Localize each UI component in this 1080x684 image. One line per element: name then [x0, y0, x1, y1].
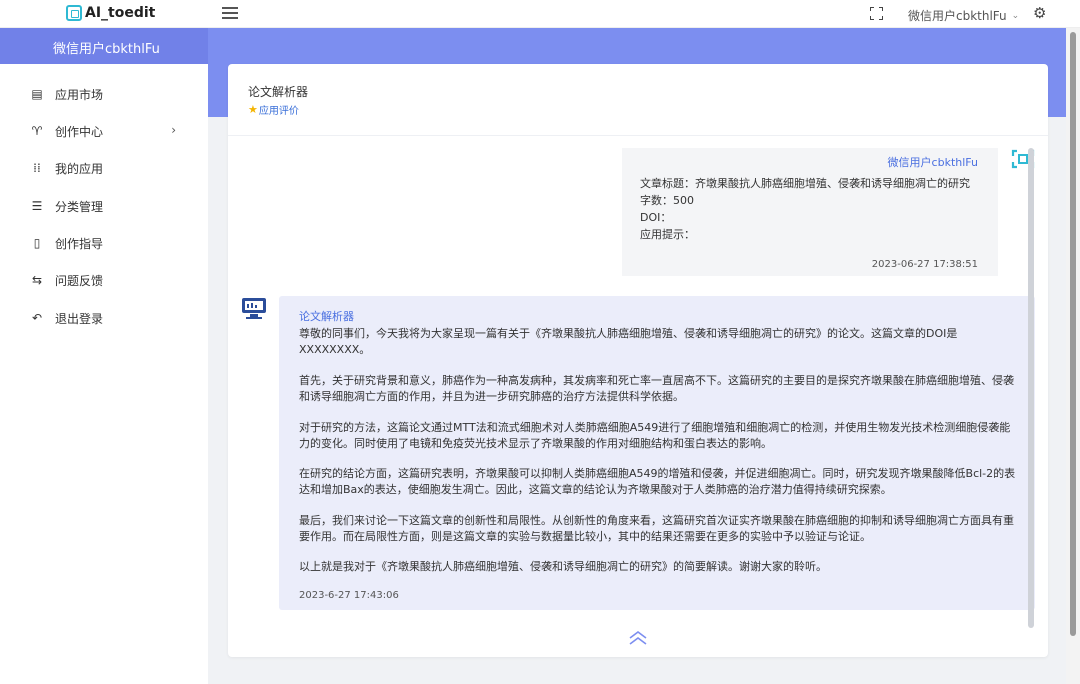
bot-message: 论文解析器 尊敬的同事们，今天我将为大家呈现一篇有关于《齐墩果酸抗人肺癌细胞增殖…	[279, 296, 1035, 610]
chevron-right-icon: ›	[171, 123, 176, 137]
chat-scrollbar[interactable]	[1028, 148, 1034, 628]
message-paragraph: 最后，我们来讨论一下这篇文章的创新性和局限性。从创新性的角度来看，这篇研究首次证…	[299, 514, 1014, 543]
trophy-icon: ♈	[31, 124, 43, 138]
user-message: 微信用户cbkthlFu 文章标题：齐墩果酸抗人肺癌细胞增殖、侵袭和诱导细胞凋亡…	[622, 148, 998, 276]
list-icon: ☰	[31, 199, 43, 213]
message-timestamp: 2023-6-27 17:43:06	[299, 590, 399, 601]
gear-icon[interactable]: ⚙	[1033, 6, 1046, 21]
message-user-name: 微信用户cbkthlFu	[887, 156, 978, 169]
app-rating-link[interactable]: ★ 应用评价	[248, 102, 299, 117]
message-timestamp: 2023-06-27 17:38:51	[871, 259, 978, 270]
feedback-icon: ⇆	[31, 273, 43, 287]
sidebar-item-my-apps[interactable]: ⁞⁞ 我的应用	[30, 158, 190, 178]
sidebar-item-label: 退出登录	[55, 311, 104, 326]
sidebar-item-feedback[interactable]: ⇆ 问题反馈	[30, 270, 190, 290]
message-line: 文章标题：齐墩果酸抗人肺癌细胞增殖、侵袭和诱导细胞凋亡的研究	[640, 177, 970, 190]
sidebar-item-logout[interactable]: ↶ 退出登录	[30, 308, 190, 328]
top-bar: AI_toedit 微信用户cbkthlFu ⌄ ⚙	[0, 0, 1080, 28]
menu-toggle-icon[interactable]	[222, 7, 238, 21]
sidebar-item-creation-center[interactable]: ♈ 创作中心 ›	[30, 121, 190, 141]
app-rating-label: 应用评价	[258, 106, 299, 117]
bot-avatar-icon	[242, 298, 266, 319]
sidebar-item-creation-guide[interactable]: ▯ 创作指导	[30, 233, 190, 253]
sidebar-item-label: 创作中心	[55, 124, 104, 139]
user-dropdown[interactable]: 微信用户cbkthlFu ⌄	[908, 7, 1019, 24]
message-line: 字数：500	[640, 194, 694, 207]
message-line: 应用提示：	[640, 228, 695, 241]
scroll-up-icon[interactable]	[628, 630, 648, 646]
document-icon: ▯	[33, 236, 41, 250]
message-paragraph: 首先，关于研究背景和意义，肺癌作为一种高发病种，其发病率和死亡率一直居高不下。这…	[299, 374, 1014, 403]
star-icon: ★	[248, 103, 258, 116]
sidebar-item-category-management[interactable]: ☰ 分类管理	[30, 196, 190, 216]
card-header: 论文解析器 ★ 应用评价	[228, 64, 1048, 136]
sidebar-item-label: 创作指导	[55, 236, 104, 251]
message-paragraph: 对于研究的方法，这篇论文通过MTT法和流式细胞术对人类肺癌细胞A549进行了细胞…	[299, 421, 1011, 450]
sidebar: ▤ 应用市场 ♈ 创作中心 › ⁞⁞ 我的应用 ☰ 分类管理 ▯ 创作指导 ⇆ …	[0, 64, 208, 684]
message-line: DOI：	[640, 211, 672, 224]
page-title: 论文解析器	[248, 85, 309, 99]
message-paragraph: 在研究的结论方面，这篇研究表明，齐墩果酸可以抑制人类肺癌细胞A549的增殖和侵袭…	[299, 467, 1016, 496]
sidebar-item-label: 我的应用	[55, 161, 104, 176]
app-logo[interactable]: AI_toedit	[66, 5, 155, 21]
sidebar-item-label: 问题反馈	[55, 273, 104, 288]
message-paragraph: 尊敬的同事们，今天我将为大家呈现一篇有关于《齐墩果酸抗人肺癌细胞增殖、侵袭和诱导…	[299, 327, 958, 356]
page-scrollbar-thumb[interactable]	[1070, 32, 1076, 636]
app-name: AI_toedit	[85, 5, 156, 21]
user-name: 微信用户cbkthlFu	[908, 9, 1007, 23]
sidebar-item-label: 分类管理	[55, 199, 104, 214]
message-paragraph: 以上就是我对于《齐墩果酸抗人肺癌细胞增殖、侵袭和诱导细胞凋亡的研究》的简要解读。…	[299, 560, 827, 573]
fullscreen-icon[interactable]	[870, 7, 883, 20]
logo-icon	[66, 5, 82, 21]
chat-card: 论文解析器 ★ 应用评价 微信用户cbkthlFu 文章标题：齐墩果酸抗人肺癌细…	[228, 64, 1048, 657]
sidebar-user-header: 微信用户cbkthlFu	[0, 28, 208, 64]
sidebar-item-label: 应用市场	[55, 87, 104, 102]
grid-icon: ⁞⁞	[33, 161, 41, 175]
store-icon: ▤	[31, 87, 43, 101]
logout-icon: ↶	[31, 311, 43, 325]
sidebar-item-app-market[interactable]: ▤ 应用市场	[30, 84, 190, 104]
chevron-down-icon: ⌄	[1011, 10, 1020, 21]
message-bot-name: 论文解析器	[299, 310, 354, 323]
